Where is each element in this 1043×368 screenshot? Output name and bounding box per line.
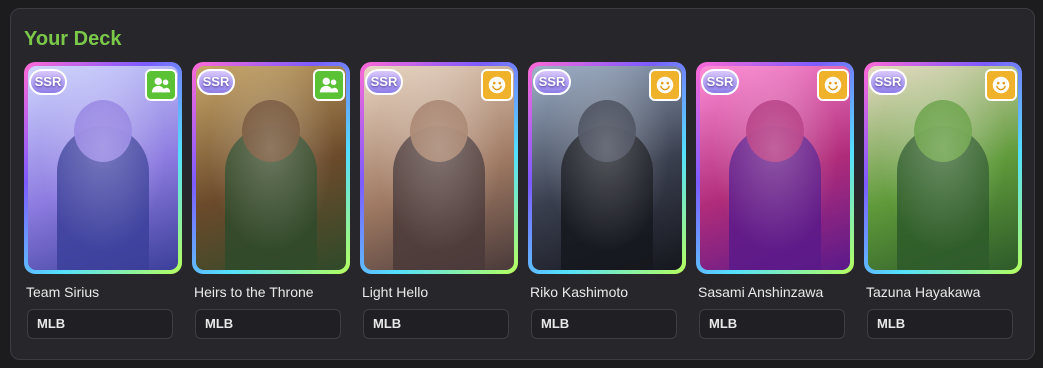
card-frame[interactable]: SSR — [528, 62, 686, 274]
character-head — [914, 100, 972, 162]
rarity-badge: SSR — [869, 69, 907, 95]
support-card[interactable]: SSR Tazuna Hayakawa MLB — [864, 62, 1022, 339]
rarity-badge: SSR — [29, 69, 67, 95]
support-card[interactable]: SSR Sasami Anshinzawa MLB — [696, 62, 854, 339]
card-name: Team Sirius — [26, 284, 100, 300]
limit-break-select[interactable]: MLB — [27, 309, 173, 339]
card-name: Heirs to the Throne — [194, 284, 314, 300]
character-silhouette — [225, 126, 317, 270]
group-icon — [145, 69, 177, 101]
card-name: Sasami Anshinzawa — [698, 284, 824, 300]
deck-card-list: SSR Team Sirius MLB SSR Heirs to the Throne M… — [24, 62, 1022, 339]
card-name: Light Hello — [362, 284, 429, 300]
character-head — [578, 100, 636, 162]
deck-title: Your Deck — [24, 28, 122, 50]
smile-icon — [985, 69, 1017, 101]
character-silhouette — [897, 126, 989, 270]
rarity-badge: SSR — [365, 69, 403, 95]
character-head — [74, 100, 132, 162]
group-icon — [313, 69, 345, 101]
character-silhouette — [57, 126, 149, 270]
character-silhouette — [393, 126, 485, 270]
support-card[interactable]: SSR Riko Kashimoto MLB — [528, 62, 686, 339]
card-frame[interactable]: SSR — [696, 62, 854, 274]
character-head — [746, 100, 804, 162]
character-head — [410, 100, 468, 162]
smile-icon — [481, 69, 513, 101]
rarity-badge: SSR — [701, 69, 739, 95]
card-frame[interactable]: SSR — [864, 62, 1022, 274]
limit-break-select[interactable]: MLB — [867, 309, 1013, 339]
support-card[interactable]: SSR Light Hello MLB — [360, 62, 518, 339]
card-frame[interactable]: SSR — [24, 62, 182, 274]
deck-panel: Your Deck SSR Team Sirius MLB SSR Heirs to t… — [10, 8, 1035, 360]
limit-break-select[interactable]: MLB — [699, 309, 845, 339]
support-card[interactable]: SSR Team Sirius MLB — [24, 62, 182, 339]
limit-break-select[interactable]: MLB — [363, 309, 509, 339]
limit-break-select[interactable]: MLB — [195, 309, 341, 339]
character-silhouette — [729, 126, 821, 270]
limit-break-select[interactable]: MLB — [531, 309, 677, 339]
card-name: Riko Kashimoto — [530, 284, 629, 300]
smile-icon — [649, 69, 681, 101]
character-head — [242, 100, 300, 162]
rarity-badge: SSR — [533, 69, 571, 95]
card-frame[interactable]: SSR — [360, 62, 518, 274]
card-frame[interactable]: SSR — [192, 62, 350, 274]
card-name: Tazuna Hayakawa — [866, 284, 981, 300]
rarity-badge: SSR — [197, 69, 235, 95]
smile-icon — [817, 69, 849, 101]
support-card[interactable]: SSR Heirs to the Throne MLB — [192, 62, 350, 339]
character-silhouette — [561, 126, 653, 270]
